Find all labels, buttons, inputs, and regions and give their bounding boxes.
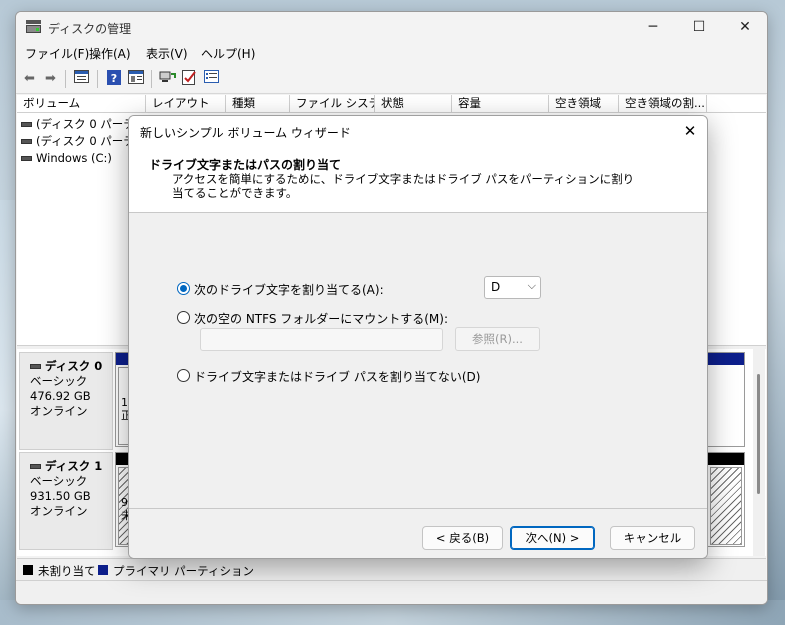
volume-row[interactable]: Windows (C:) [21, 150, 112, 166]
cancel-button[interactable]: キャンセル [610, 526, 695, 550]
drive-icon [21, 139, 32, 144]
back-icon[interactable]: ⬅ [21, 70, 38, 87]
drive-icon [21, 156, 32, 161]
mount-folder-radio[interactable] [177, 311, 190, 324]
menu-help[interactable]: ヘルプ(H) [201, 45, 255, 62]
drive-letter-value: D [491, 280, 501, 294]
disk-icon [30, 464, 41, 469]
folder-path-input[interactable] [200, 328, 443, 351]
disk-type: ベーシック [30, 374, 88, 388]
no-assign-label[interactable]: ドライブ文字またはドライブ パスを割り当てない(D) [194, 368, 480, 385]
wizard-heading: ドライブ文字またはパスの割り当て [149, 158, 342, 172]
disk-0-label[interactable]: ディスク 0 ベーシック 476.92 GB オンライン [19, 352, 113, 450]
list-icon[interactable] [203, 70, 220, 87]
disk-size: 476.92 GB [30, 389, 91, 403]
next-button[interactable]: 次へ(N) > [510, 526, 595, 550]
status-bar [16, 580, 767, 604]
menu-file[interactable]: ファイル(F) [25, 45, 89, 62]
toolbar-separator [151, 70, 152, 88]
disk-icon [30, 364, 41, 369]
svg-text:?: ? [110, 72, 116, 85]
column-free-percent[interactable]: 空き領域の割... [619, 95, 707, 113]
disk-type: ベーシック [30, 474, 88, 488]
column-status[interactable]: 状態 [375, 95, 452, 113]
disk-1-label[interactable]: ディスク 1 ベーシック 931.50 GB オンライン [19, 452, 113, 550]
unallocated-block[interactable] [710, 467, 742, 545]
assign-letter-label[interactable]: 次のドライブ文字を割り当てる(A): [194, 281, 384, 298]
wizard-close-button[interactable]: ✕ [677, 120, 703, 142]
disk-name: ディスク 0 [45, 359, 103, 373]
browse-button[interactable]: 参照(R)... [455, 327, 540, 351]
disk-status: オンライン [30, 504, 88, 518]
column-type[interactable]: 種類 [226, 95, 290, 113]
wizard-description: アクセスを簡単にするために、ドライブ文字またはドライブ パスをパーティションに割… [172, 172, 635, 200]
connect-icon[interactable] [159, 70, 176, 87]
column-volume[interactable]: ボリューム [17, 95, 146, 113]
legend-primary: プライマリ パーティション [113, 564, 254, 578]
properties-icon[interactable] [73, 70, 90, 87]
title-bar: ディスクの管理 ─ ☐ ✕ [16, 12, 767, 42]
disk-size: 931.50 GB [30, 489, 91, 503]
assign-letter-radio[interactable] [177, 282, 190, 295]
toolbar: ⬅ ➡ ? [16, 64, 767, 94]
close-button[interactable]: ✕ [722, 12, 767, 42]
column-capacity[interactable]: 容量 [452, 95, 549, 113]
drive-icon [21, 122, 32, 127]
console-icon[interactable] [127, 70, 144, 87]
wizard-header: ドライブ文字またはパスの割り当て アクセスを簡単にするために、ドライブ文字または… [129, 146, 707, 213]
graph-scrollbar[interactable] [753, 349, 765, 556]
wizard-title-bar: 新しいシンプル ボリューム ウィザード ✕ [129, 116, 707, 146]
maximize-button[interactable]: ☐ [676, 12, 722, 42]
column-layout[interactable]: レイアウト [146, 95, 226, 113]
unallocated-swatch [23, 565, 33, 575]
volume-list-header: ボリューム レイアウト 種類 ファイル システム 状態 容量 空き領域 空き領域… [17, 95, 766, 113]
volume-name: Windows (C:) [36, 151, 112, 165]
back-button[interactable]: < 戻る(B) [422, 526, 503, 550]
primary-swatch [98, 565, 108, 575]
window-title: ディスクの管理 [48, 22, 132, 36]
new-simple-volume-wizard: 新しいシンプル ボリューム ウィザード ✕ ドライブ文字またはパスの割り当て ア… [128, 115, 708, 559]
wizard-body: 次のドライブ文字を割り当てる(A): D ⌵ 次の空の NTFS フォルダーにマ… [129, 214, 707, 508]
drive-letter-select[interactable]: D ⌵ [484, 276, 541, 299]
menu-bar: ファイル(F) 操作(A) 表示(V) ヘルプ(H) [16, 42, 767, 64]
disk-management-icon [26, 20, 41, 33]
disk-name: ディスク 1 [45, 459, 103, 473]
disk-status: オンライン [30, 404, 88, 418]
check-icon[interactable] [181, 70, 198, 87]
toolbar-separator [65, 70, 66, 88]
toolbar-separator [97, 70, 98, 88]
menu-action[interactable]: 操作(A) [89, 45, 131, 62]
wizard-footer: < 戻る(B) 次へ(N) > キャンセル [129, 508, 707, 558]
column-free-space[interactable]: 空き領域 [549, 95, 619, 113]
legend-unallocated: 未割り当て [38, 564, 96, 578]
chevron-down-icon: ⌵ [527, 279, 536, 292]
mount-folder-label[interactable]: 次の空の NTFS フォルダーにマウントする(M): [194, 310, 448, 327]
menu-view[interactable]: 表示(V) [146, 45, 188, 62]
forward-icon[interactable]: ➡ [42, 70, 59, 87]
no-assign-radio[interactable] [177, 369, 190, 382]
column-filesystem[interactable]: ファイル システム [290, 95, 375, 113]
legend-bar: 未割り当て プライマリ パーティション [17, 558, 766, 580]
help-icon[interactable]: ? [105, 70, 122, 87]
minimize-button[interactable]: ─ [630, 12, 676, 42]
scroll-thumb[interactable] [757, 374, 760, 494]
wizard-title: 新しいシンプル ボリューム ウィザード [140, 126, 351, 140]
